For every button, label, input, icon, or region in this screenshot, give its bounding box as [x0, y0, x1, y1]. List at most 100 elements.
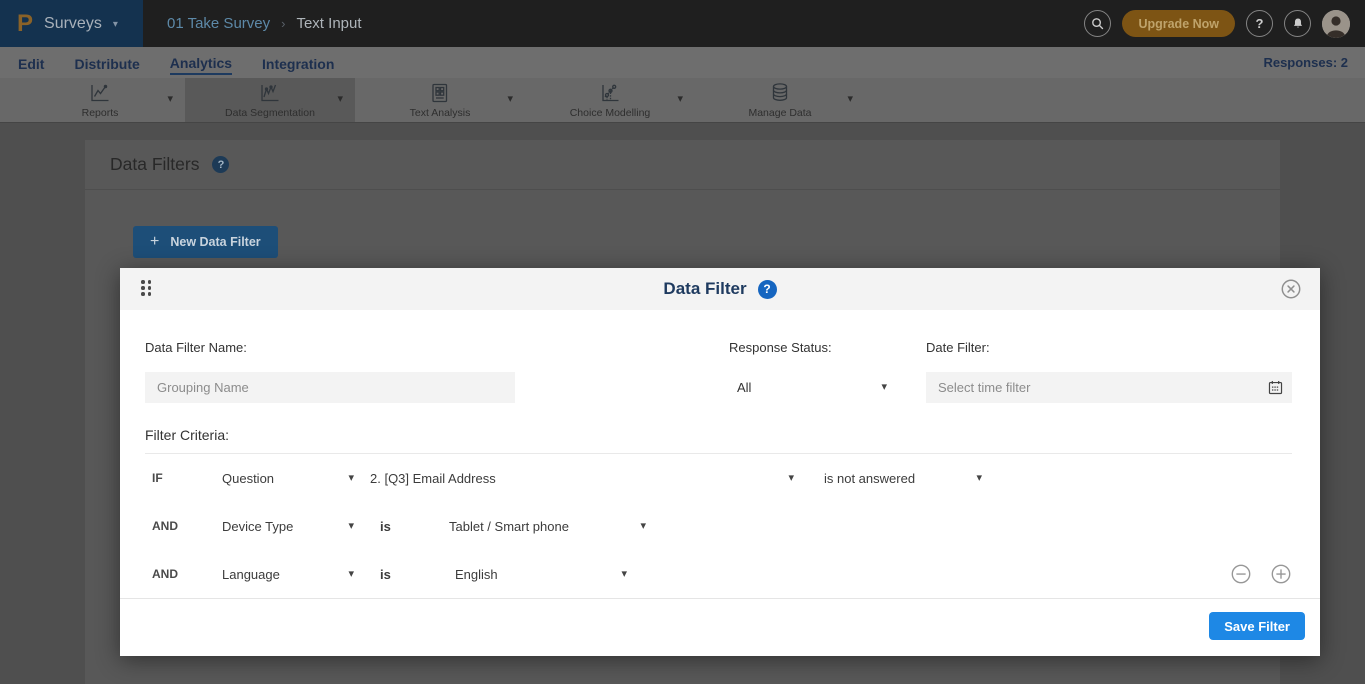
plus-icon: +: [150, 234, 159, 250]
line-chart-icon: [88, 81, 112, 105]
response-status-field: Response Status: All ▾: [729, 340, 893, 403]
filter-header-fields: Data Filter Name: Response Status: All ▾…: [145, 340, 1292, 403]
close-icon[interactable]: [1280, 278, 1302, 300]
criteria-row: AND Device Type ▾ is Tablet / Smart phon…: [145, 502, 1292, 550]
filter-criteria-label: Filter Criteria:: [145, 427, 1292, 443]
analytics-toolbar: Reports ▾ Data Segmentation ▾ Text Analy…: [0, 78, 1365, 123]
responses-count: Responses: 2: [1263, 55, 1348, 70]
criteria-field-select[interactable]: Device Type ▾: [222, 519, 354, 534]
navbar-actions: Upgrade Now ?: [1084, 10, 1365, 38]
new-data-filter-label: New Data Filter: [170, 235, 260, 249]
data-filter-modal: Data Filter ? Data Filter Name: Response…: [120, 268, 1320, 656]
criteria-operator-value: is not answered: [824, 471, 915, 486]
surveys-menu[interactable]: P Surveys ▾: [0, 0, 143, 47]
response-status-value: All: [737, 380, 751, 395]
user-avatar[interactable]: [1322, 10, 1350, 38]
chevron-down-icon[interactable]: ▾: [337, 92, 343, 105]
conjunction-label: AND: [152, 519, 222, 533]
save-filter-button[interactable]: Save Filter: [1209, 612, 1305, 640]
criteria-field-value: Language: [222, 567, 280, 582]
toolbar-item-label: Text Analysis: [410, 107, 471, 119]
criteria-question-select[interactable]: 2. [Q3] Email Address ▾: [370, 471, 794, 486]
breadcrumb-survey-link[interactable]: 01 Take Survey: [167, 15, 270, 32]
modal-body: Data Filter Name: Response Status: All ▾…: [120, 310, 1320, 598]
breadcrumb: 01 Take Survey › Text Input: [167, 15, 362, 32]
toolbar-item-text-analysis[interactable]: Text Analysis ▾: [355, 78, 525, 122]
filter-name-input[interactable]: [145, 372, 515, 403]
database-icon: [768, 81, 792, 105]
notifications-button[interactable]: [1284, 10, 1311, 37]
criteria-question-value: 2. [Q3] Email Address: [370, 471, 496, 486]
conjunction-label: AND: [152, 567, 222, 581]
criteria-row: IF Question ▾ 2. [Q3] Email Address ▾ is…: [145, 454, 1292, 502]
toolbar-item-label: Data Segmentation: [225, 107, 315, 119]
chevron-down-icon: ▾: [881, 382, 887, 393]
criteria-operator-label: is: [380, 567, 440, 582]
criteria-row: AND Language ▾ is English ▾: [145, 550, 1292, 598]
toolbar-item-label: Manage Data: [748, 107, 811, 119]
toolbar-item-reports[interactable]: Reports ▾: [15, 78, 185, 122]
document-grid-icon: [428, 81, 452, 105]
toolbar-item-choice-modelling[interactable]: Choice Modelling ▾: [525, 78, 695, 122]
chevron-down-icon: ▾: [348, 473, 354, 484]
chevron-down-icon: ▾: [348, 521, 354, 532]
toolbar-item-manage-data[interactable]: Manage Data ▾: [695, 78, 865, 122]
chevron-down-icon: ▾: [976, 473, 982, 484]
drag-handle[interactable]: [141, 280, 152, 296]
tab-distribute[interactable]: Distribute: [74, 52, 139, 74]
help-button[interactable]: ?: [1246, 10, 1273, 37]
chevron-down-icon: ▾: [621, 569, 627, 580]
remove-criteria-button[interactable]: [1230, 563, 1252, 585]
tab-analytics[interactable]: Analytics: [170, 51, 232, 75]
criteria-field-select[interactable]: Language ▾: [222, 567, 354, 582]
new-data-filter-button[interactable]: + New Data Filter: [133, 226, 278, 258]
criteria-value-select[interactable]: English ▾: [455, 567, 627, 582]
modal-header: Data Filter ?: [120, 268, 1320, 310]
search-button[interactable]: [1084, 10, 1111, 37]
scatter-chart-icon: [598, 81, 622, 105]
criteria-operator-label: is: [380, 519, 440, 534]
response-status-label: Response Status:: [729, 340, 893, 355]
criteria-value-select[interactable]: Tablet / Smart phone ▾: [449, 519, 646, 534]
criteria-field-value: Device Type: [222, 519, 293, 534]
filter-name-field: Data Filter Name:: [145, 340, 515, 403]
search-icon: [1090, 16, 1105, 31]
chevron-down-icon[interactable]: ▾: [507, 92, 513, 105]
criteria-row-actions: [1230, 563, 1292, 585]
bell-icon: [1291, 16, 1305, 31]
criteria-field-select[interactable]: Question ▾: [222, 471, 354, 486]
breadcrumb-current-page: Text Input: [296, 15, 361, 32]
help-icon[interactable]: ?: [758, 280, 777, 299]
date-filter-label: Date Filter:: [926, 340, 1292, 355]
tab-edit[interactable]: Edit: [18, 52, 44, 74]
modal-title: Data Filter: [663, 279, 746, 299]
criteria-list: IF Question ▾ 2. [Q3] Email Address ▾ is…: [145, 453, 1292, 598]
product-label: Surveys: [44, 15, 102, 33]
breadcrumb-separator-icon: ›: [281, 16, 285, 31]
criteria-value: English: [455, 567, 498, 582]
survey-tab-bar: Edit Distribute Analytics Integration Re…: [0, 47, 1365, 78]
multi-line-chart-icon: [258, 81, 282, 105]
response-status-select[interactable]: All ▾: [729, 372, 893, 403]
criteria-field-value: Question: [222, 471, 274, 486]
question-mark-icon: ?: [1256, 16, 1264, 31]
toolbar-item-label: Choice Modelling: [570, 107, 651, 119]
conjunction-label: IF: [152, 471, 222, 485]
add-criteria-button[interactable]: [1270, 563, 1292, 585]
chevron-down-icon[interactable]: ▾: [847, 92, 853, 105]
tab-integration[interactable]: Integration: [262, 52, 334, 74]
toolbar-item-data-segmentation[interactable]: Data Segmentation ▾: [185, 78, 355, 122]
upgrade-now-button[interactable]: Upgrade Now: [1122, 10, 1235, 37]
chevron-down-icon: ▾: [788, 473, 794, 484]
chevron-down-icon[interactable]: ▾: [113, 19, 118, 30]
date-filter-input[interactable]: [926, 372, 1292, 403]
chevron-down-icon: ▾: [640, 521, 646, 532]
panel-header: Data Filters ?: [85, 140, 1280, 190]
chevron-down-icon[interactable]: ▾: [677, 92, 683, 105]
calendar-icon[interactable]: [1267, 379, 1284, 396]
help-icon[interactable]: ?: [212, 156, 229, 173]
toolbar-item-label: Reports: [82, 107, 119, 119]
criteria-operator-select[interactable]: is not answered ▾: [824, 471, 982, 486]
chevron-down-icon[interactable]: ▾: [167, 92, 173, 105]
filter-name-label: Data Filter Name:: [145, 340, 515, 355]
